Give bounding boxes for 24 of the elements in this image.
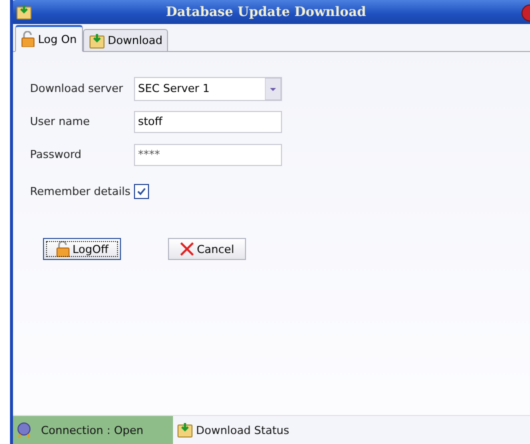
cancel-button[interactable]: Cancel (168, 238, 246, 260)
window-title: Database Update Download (164, 4, 368, 20)
password-field[interactable]: **** (134, 144, 282, 166)
plug-icon (15, 421, 33, 439)
download-icon (177, 422, 193, 438)
tab[interactable]: Log On (15, 25, 83, 52)
remember-checkbox[interactable] (134, 184, 149, 199)
cross-icon (180, 242, 194, 256)
server-dropdown[interactable]: SEC Server 1 (134, 76, 282, 100)
logoff-button[interactable]: LogOff (43, 238, 121, 260)
checkbox-label: Remember details (30, 185, 132, 198)
padlock-icon (56, 241, 70, 257)
field-label: User name (30, 115, 91, 128)
download-status: Download Status (196, 424, 290, 436)
checkmark-icon (136, 186, 147, 197)
connection-status: Connection : Open (13, 416, 173, 444)
field-label: Download server (30, 82, 124, 95)
download-icon (16, 4, 32, 20)
dropdown-arrow-icon[interactable] (265, 78, 281, 100)
username-field[interactable]: stoff (134, 110, 282, 132)
tab[interactable]: Download (82, 29, 168, 52)
padlock-icon (21, 31, 35, 47)
download-icon (88, 32, 105, 48)
field-label: Password (30, 148, 82, 161)
